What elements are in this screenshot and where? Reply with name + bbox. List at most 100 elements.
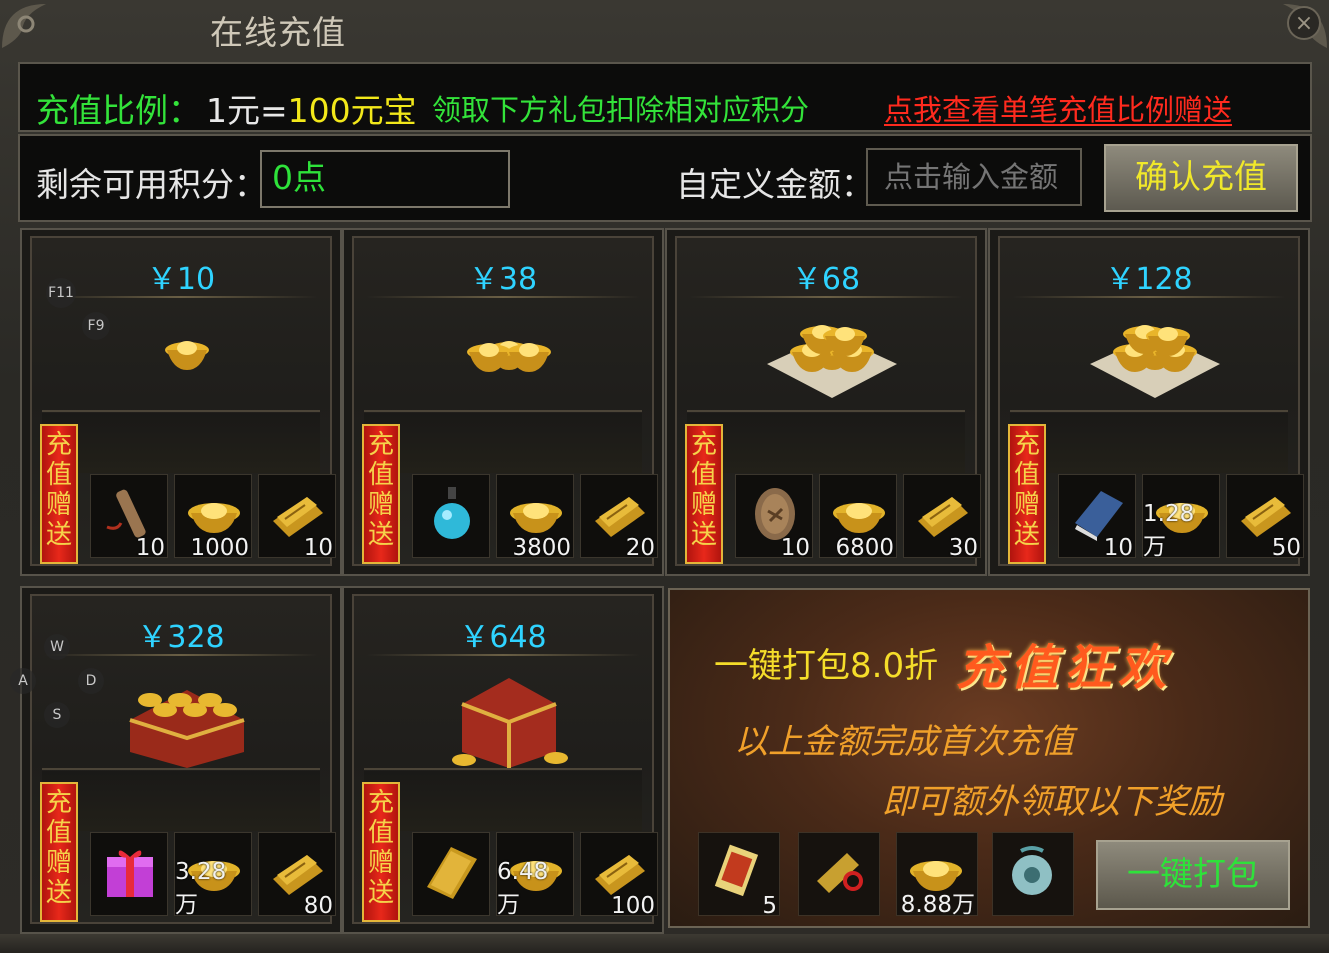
package-inner: ￥648 充 值 赠 送 6.48万 100	[352, 594, 658, 924]
divider	[364, 768, 642, 770]
bonus-ribbon: 充 值 赠 送	[40, 782, 78, 922]
gold-ingot-pile-icon	[165, 341, 209, 370]
reward-slot[interactable]: 6.48万	[496, 832, 574, 918]
recharge-window: 在线充值 × 充值比例： 1元=100元宝 领取下方礼包扣除相对应积分 点我查看…	[0, 0, 1329, 953]
reward-slot[interactable]	[412, 832, 490, 916]
ribbon-char: 送	[367, 878, 394, 908]
reward-slot[interactable]: 10	[1058, 474, 1136, 561]
divider	[687, 410, 965, 412]
reward-slot[interactable]: 3.28万	[174, 832, 252, 918]
ribbon-char: 值	[367, 460, 394, 490]
bonus-ribbon: 充 值 赠 送	[362, 782, 400, 922]
reward-count: 3.28万	[175, 859, 227, 918]
ribbon-char: 充	[1013, 430, 1040, 460]
package-price: ￥68	[791, 262, 861, 297]
package-inner: ￥128 充 值 赠 送 10 1.28万 50	[998, 236, 1304, 566]
package-price: ￥38	[468, 262, 538, 297]
reward-count: 10	[303, 535, 333, 561]
ribbon-char: 充	[690, 430, 717, 460]
divider	[44, 654, 318, 656]
ribbon-char: 值	[690, 460, 717, 490]
rate-value: 1元=100元宝	[206, 84, 417, 132]
reward-count: 50	[1271, 535, 1301, 561]
custom-amount-input[interactable]	[866, 148, 1082, 206]
bonus-ribbon: 充 值 赠 送	[685, 424, 723, 564]
package-price: ￥328	[137, 620, 225, 655]
bonus-ratio-link[interactable]: 点我查看单笔充值比例赠送	[884, 87, 1232, 129]
promo-reward-slot[interactable]: 5	[698, 832, 780, 919]
hotkey-hint: A	[10, 668, 36, 694]
hotkey-hint: F9	[82, 312, 110, 340]
gold-ingot-pile-icon	[1090, 325, 1220, 398]
package-card[interactable]: ￥328 充 值 赠 送 3.28万 80	[20, 586, 342, 934]
rate-value-prefix: 1元=	[206, 91, 288, 130]
reward-count: 1000	[190, 535, 249, 561]
ribbon-char: 送	[690, 520, 717, 550]
ribbon-char: 赠	[45, 848, 72, 878]
reward-count: 5	[762, 893, 777, 919]
package-price: ￥648	[459, 620, 547, 655]
ribbon-char: 值	[45, 818, 72, 848]
reward-count: 30	[948, 535, 978, 561]
package-card[interactable]: ￥68 充 值 赠 送 10 6800 30	[665, 228, 987, 576]
reward-slot[interactable]: 100	[580, 832, 658, 919]
package-card[interactable]: ￥128 充 值 赠 送 10 1.28万 50	[988, 228, 1310, 576]
bonus-ribbon: 充 值 赠 送	[1008, 424, 1046, 564]
bonus-band	[364, 413, 642, 473]
corner-ornament-icon	[2, 4, 46, 48]
reward-slot[interactable]: 10	[258, 474, 336, 561]
treasure-chest-gold-icon	[129, 690, 245, 768]
confirm-recharge-button[interactable]: 确认充值	[1104, 144, 1298, 212]
ribbon-char: 赠	[45, 490, 72, 520]
divider	[42, 410, 320, 412]
reward-count: 6.48万	[497, 859, 549, 918]
reward-count: 8.88万	[900, 892, 975, 918]
custom-amount-label: 自定义金额：	[676, 165, 874, 204]
reward-count: 80	[303, 893, 333, 919]
ribbon-char: 充	[367, 788, 394, 818]
reward-slot[interactable]: 80	[258, 832, 336, 919]
hotkey-hint: D	[78, 668, 104, 694]
bonus-band	[364, 771, 642, 831]
promo-panel: 一键打包8.0折 充值狂欢 以上金额完成首次充值 即可额外领取以下奖励 5 8.…	[668, 588, 1310, 928]
divider	[689, 296, 963, 298]
reward-count: 10	[1103, 535, 1133, 561]
reward-count: 6800	[835, 535, 894, 561]
reward-slot[interactable]: 10	[90, 474, 168, 561]
divider	[366, 654, 640, 656]
rate-label: 充值比例：	[36, 91, 201, 130]
reward-count: 10	[780, 535, 810, 561]
reward-slot[interactable]	[90, 832, 168, 916]
promo-reward-slot[interactable]	[798, 832, 880, 916]
one-click-pack-button[interactable]: 一键打包	[1096, 840, 1290, 910]
reward-slot[interactable]: 30	[903, 474, 981, 561]
divider	[366, 296, 640, 298]
window-title: 在线充值	[210, 13, 346, 52]
divider	[1010, 410, 1288, 412]
reward-slot[interactable]: 3800	[496, 474, 574, 561]
reward-slot[interactable]: 20	[580, 474, 658, 561]
ribbon-char: 送	[1013, 520, 1040, 550]
reward-slot[interactable]: 1.28万	[1142, 474, 1220, 560]
reward-slot[interactable]: 50	[1226, 474, 1304, 561]
bonus-band	[1010, 413, 1288, 473]
bottom-border	[0, 934, 1329, 953]
package-inner: ￥68 充 值 赠 送 10 6800 30	[675, 236, 981, 566]
reward-slot[interactable]: 1000	[174, 474, 252, 561]
package-card[interactable]: ￥648 充 值 赠 送 6.48万 100	[342, 586, 664, 934]
promo-reward-slot[interactable]	[992, 832, 1074, 916]
close-button[interactable]: ×	[1287, 6, 1321, 40]
ribbon-char: 送	[45, 878, 72, 908]
divider	[44, 296, 318, 298]
reward-slot[interactable]: 10	[735, 474, 813, 561]
promo-reward-slot[interactable]: 8.88万	[896, 832, 978, 918]
reward-count: 10	[135, 535, 165, 561]
reward-count: 20	[625, 535, 655, 561]
reward-slot[interactable]: 6800	[819, 474, 897, 561]
rate-bar: 充值比例： 1元=100元宝 领取下方礼包扣除相对应积分 点我查看单笔充值比例赠…	[18, 62, 1312, 132]
input-bar: 剩余可用积分： 0点 自定义金额： 确认充值	[18, 134, 1312, 222]
ribbon-char: 赠	[1013, 490, 1040, 520]
package-card[interactable]: ￥38 充 值 赠 送 3800 20	[342, 228, 664, 576]
gold-ingot-pile-icon	[467, 341, 551, 372]
reward-slot[interactable]	[412, 474, 490, 558]
